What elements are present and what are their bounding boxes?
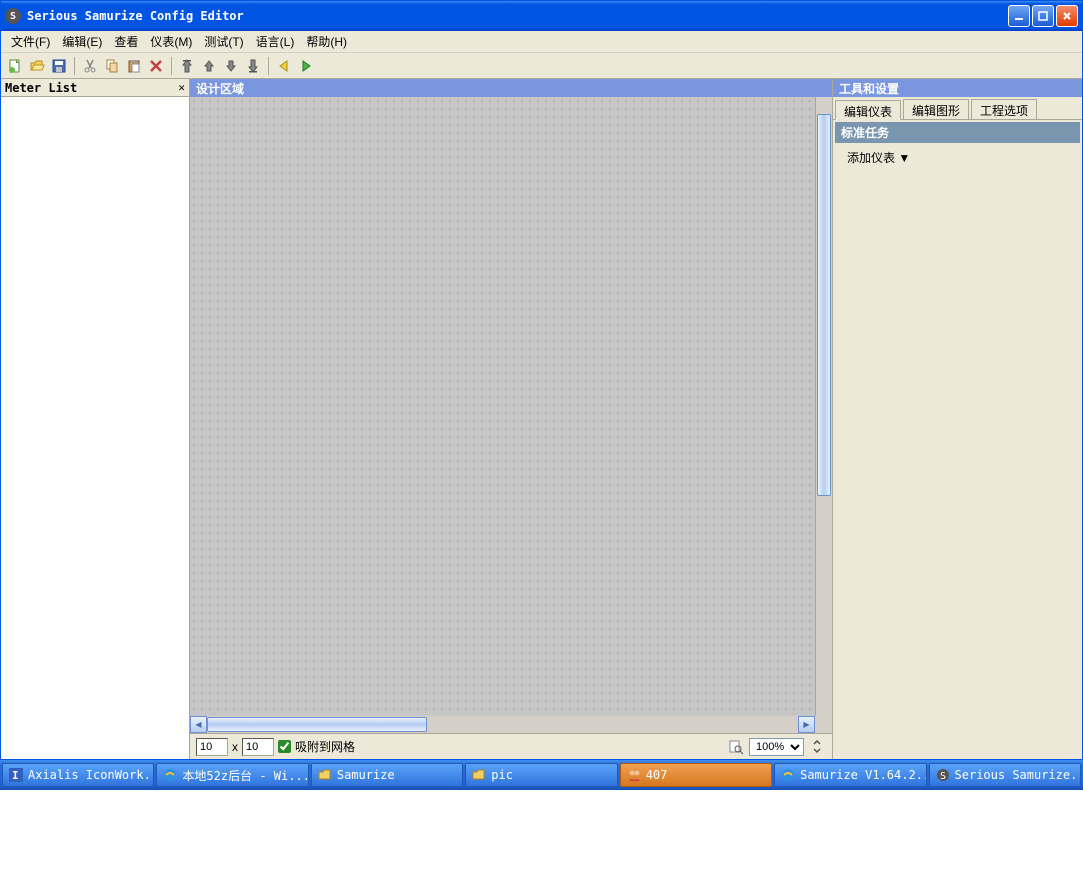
- app-icon: S: [5, 8, 21, 24]
- meter-list-header: Meter List ✕: [1, 79, 189, 97]
- svg-text:S: S: [940, 771, 946, 782]
- scroll-track[interactable]: [207, 716, 798, 733]
- save-button[interactable]: [49, 56, 69, 76]
- snap-label: 吸附到网格: [295, 738, 355, 755]
- scroll-left-button[interactable]: ◀: [190, 716, 207, 733]
- menu-lang[interactable]: 语言(L): [250, 31, 301, 52]
- app-window: S Serious Samurize Config Editor 文件(F) 编…: [0, 0, 1083, 760]
- delete-button[interactable]: [146, 56, 166, 76]
- menu-help[interactable]: 帮助(H): [300, 31, 353, 52]
- toolbar-separator: [268, 57, 269, 75]
- menu-edit[interactable]: 编辑(E): [56, 31, 108, 52]
- vertical-scroll-thumb[interactable]: [817, 114, 831, 496]
- standard-tasks-header: 标准任务: [835, 122, 1080, 143]
- zoom-select[interactable]: 100%: [749, 738, 804, 756]
- menu-meter[interactable]: 仪表(M): [144, 31, 198, 52]
- design-area-header: 设计区域: [190, 79, 832, 97]
- ie-icon: [781, 768, 795, 782]
- design-grid[interactable]: [190, 97, 815, 716]
- meter-list-panel: Meter List ✕: [1, 79, 190, 759]
- toolbar: [1, 53, 1082, 79]
- design-area[interactable]: [190, 97, 832, 716]
- tab-project-options[interactable]: 工程选项: [971, 99, 1037, 119]
- folder-icon: [318, 768, 332, 782]
- tabs: 编辑仪表 编辑图形 工程选项: [833, 97, 1082, 119]
- x-label: x: [232, 740, 238, 754]
- collapse-icon[interactable]: [808, 738, 826, 756]
- grid-width-input[interactable]: [196, 738, 228, 756]
- bottom-bar: x 吸附到网格 100%: [190, 733, 832, 759]
- taskbar-item[interactable]: I Axialis IconWork...: [2, 763, 154, 787]
- tab-edit-meter[interactable]: 编辑仪表: [835, 100, 901, 120]
- taskbar-label: pic: [491, 768, 513, 782]
- windows-taskbar: I Axialis IconWork... 本地52z后台 - Wi... Sam…: [0, 760, 1083, 790]
- meter-list-title: Meter List: [5, 81, 178, 95]
- toolbar-separator: [74, 57, 75, 75]
- snap-checkbox[interactable]: [278, 740, 291, 753]
- svg-text:I: I: [12, 769, 19, 782]
- taskbar-item[interactable]: Samurize: [311, 763, 463, 787]
- window-buttons: [1008, 5, 1078, 27]
- horizontal-scroll-thumb[interactable]: [207, 717, 427, 732]
- maximize-button[interactable]: [1032, 5, 1054, 27]
- new-button[interactable]: [5, 56, 25, 76]
- zoom-fit-icon[interactable]: [727, 738, 745, 756]
- menubar: 文件(F) 编辑(E) 查看 仪表(M) 测试(T) 语言(L) 帮助(H): [1, 31, 1082, 53]
- copy-button[interactable]: [102, 56, 122, 76]
- tab-edit-graphic[interactable]: 编辑图形: [903, 99, 969, 119]
- paste-button[interactable]: [124, 56, 144, 76]
- horizontal-scrollbar[interactable]: ◀ ▶: [190, 716, 815, 733]
- vertical-scrollbar[interactable]: [815, 97, 832, 716]
- ie-icon: [163, 768, 177, 782]
- taskbar-item[interactable]: Samurize V1.64.2...: [774, 763, 926, 787]
- meter-list-close-icon[interactable]: ✕: [178, 81, 185, 94]
- folder-icon: [472, 768, 486, 782]
- menu-file[interactable]: 文件(F): [5, 31, 56, 52]
- menu-test[interactable]: 测试(T): [198, 31, 249, 52]
- titlebar[interactable]: S Serious Samurize Config Editor: [1, 1, 1082, 31]
- grid-height-input[interactable]: [242, 738, 274, 756]
- window-title: Serious Samurize Config Editor: [27, 9, 1008, 23]
- taskbar-label: Samurize V1.64.2...: [800, 768, 926, 782]
- send-back-button[interactable]: [243, 56, 263, 76]
- horizontal-scroll-row: ◀ ▶: [190, 716, 832, 733]
- open-button[interactable]: [27, 56, 47, 76]
- taskbar-item[interactable]: S Serious Samurize...: [929, 763, 1081, 787]
- taskbar-item[interactable]: pic: [465, 763, 617, 787]
- blank-area: [0, 790, 1083, 878]
- taskbar-label: Samurize: [337, 768, 395, 782]
- cut-button[interactable]: [80, 56, 100, 76]
- taskbar-label: Serious Samurize...: [955, 768, 1081, 782]
- scroll-right-button[interactable]: ▶: [798, 716, 815, 733]
- forward-button[interactable]: [296, 56, 316, 76]
- move-down-button[interactable]: [221, 56, 241, 76]
- tools-panel: 工具和设置 编辑仪表 编辑图形 工程选项 标准任务 添加仪表 ▼: [832, 79, 1082, 759]
- menu-view[interactable]: 查看: [108, 31, 144, 52]
- bring-front-button[interactable]: [177, 56, 197, 76]
- app-icon: I: [9, 768, 23, 782]
- add-meter-button[interactable]: 添加仪表 ▼: [835, 143, 1080, 172]
- minimize-button[interactable]: [1008, 5, 1030, 27]
- taskbar-label: 本地52z后台 - Wi...: [182, 767, 308, 784]
- scroll-corner: [815, 716, 832, 733]
- toolbar-separator: [171, 57, 172, 75]
- main-area: Meter List ✕ 设计区域 ◀ ▶: [1, 79, 1082, 759]
- move-up-button[interactable]: [199, 56, 219, 76]
- taskbar-label: Axialis IconWork...: [28, 768, 154, 782]
- close-button[interactable]: [1056, 5, 1078, 27]
- tab-body: 标准任务 添加仪表 ▼: [833, 119, 1082, 759]
- taskbar-label: 407: [646, 768, 668, 782]
- samurize-icon: S: [936, 768, 950, 782]
- center-panel: 设计区域 ◀ ▶ x 吸附到网格: [190, 79, 832, 759]
- back-button[interactable]: [274, 56, 294, 76]
- tools-header: 工具和设置: [833, 79, 1082, 97]
- taskbar-item[interactable]: 本地52z后台 - Wi...: [156, 763, 308, 787]
- taskbar-item-active[interactable]: 407: [620, 763, 772, 787]
- people-icon: [627, 768, 641, 782]
